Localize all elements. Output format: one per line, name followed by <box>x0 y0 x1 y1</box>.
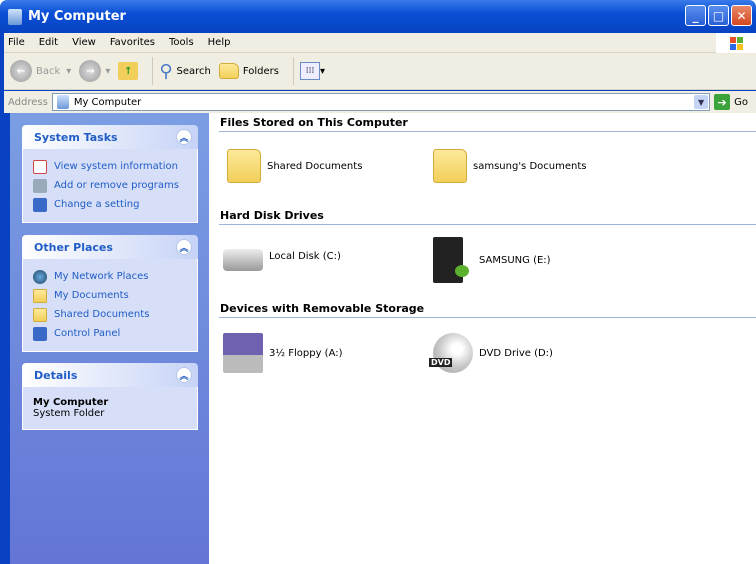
task-add-remove-programs[interactable]: Add or remove programs <box>33 176 187 195</box>
folder-icon <box>227 149 261 183</box>
group-header-removable: Devices with Removable Storage <box>219 302 756 318</box>
toolbar-separator <box>152 57 154 85</box>
dvd-drive-icon: DVD <box>429 333 473 373</box>
window-title: My Computer <box>28 9 126 24</box>
system-tasks-panel: System Tasks ︽ View system information Ad… <box>22 125 198 223</box>
control-panel-icon <box>33 197 47 212</box>
folders-icon <box>218 63 239 79</box>
item-dvd-d[interactable]: DVD DVD Drive (D:) <box>429 333 553 373</box>
address-bar: Address My Computer ▼ ➔ Go <box>4 91 756 113</box>
other-places-panel: Other Places ︽ My Network Places My Docum… <box>22 235 198 352</box>
floppy-drive-icon <box>223 333 263 373</box>
toolbar-separator <box>293 57 295 85</box>
my-documents-icon <box>33 288 47 303</box>
system-tasks-header[interactable]: System Tasks ︽ <box>22 125 198 149</box>
menu-tools[interactable]: Tools <box>169 37 194 48</box>
other-places-header[interactable]: Other Places ︽ <box>22 235 198 259</box>
menu-help[interactable]: Help <box>208 37 231 48</box>
up-folder-button[interactable]: ↑ <box>118 62 139 80</box>
details-header[interactable]: Details ︽ <box>22 363 198 387</box>
external-drive-icon <box>433 237 469 283</box>
item-shared-documents[interactable]: Shared Documents <box>227 149 362 183</box>
network-places-icon <box>33 269 47 284</box>
content-pane: Files Stored on This Computer Shared Doc… <box>209 113 756 564</box>
address-label: Address <box>8 96 48 108</box>
group-header-hdd: Hard Disk Drives <box>219 209 756 225</box>
add-remove-programs-icon <box>33 178 47 193</box>
go-button[interactable]: ➔ Go <box>714 94 748 110</box>
folder-icon <box>433 149 467 183</box>
details-panel: Details ︽ My Computer System Folder <box>22 363 198 430</box>
back-button[interactable]: ← Back ▾ <box>10 60 71 82</box>
up-folder-icon: ↑ <box>118 62 139 80</box>
item-samsungs-documents[interactable]: samsung's Documents <box>433 149 586 183</box>
details-type: System Folder <box>33 408 105 419</box>
collapse-chevron-icon[interactable]: ︽ <box>176 367 192 383</box>
maximize-button[interactable]: □ <box>708 5 729 26</box>
task-change-setting[interactable]: Change a setting <box>33 195 187 214</box>
minimize-button[interactable]: _ <box>685 5 706 26</box>
forward-button[interactable]: → ▾ <box>79 60 110 82</box>
group-header-files: Files Stored on This Computer <box>219 116 756 132</box>
menu-view[interactable]: View <box>72 37 96 48</box>
go-arrow-icon: ➔ <box>714 94 731 110</box>
search-button[interactable]: ⚲ Search <box>159 61 211 82</box>
collapse-chevron-icon[interactable]: ︽ <box>176 129 192 145</box>
system-info-icon <box>33 159 47 174</box>
task-view-system-information[interactable]: View system information <box>33 157 187 176</box>
collapse-chevron-icon[interactable]: ︽ <box>176 239 192 255</box>
control-panel-icon <box>33 326 47 341</box>
hard-disk-icon <box>223 249 263 271</box>
address-input[interactable]: My Computer ▼ <box>51 93 711 111</box>
place-control-panel[interactable]: Control Panel <box>33 324 187 343</box>
close-button[interactable]: ✕ <box>731 5 752 26</box>
views-icon: ⁞⁞⁞ <box>300 62 321 80</box>
item-local-disk-c[interactable]: Local Disk (C:) <box>223 241 341 271</box>
back-arrow-icon: ← <box>10 60 32 82</box>
menu-edit[interactable]: Edit <box>39 37 58 48</box>
views-button[interactable]: ⁞⁞⁞ ▾ <box>300 62 325 80</box>
computer-icon <box>8 8 22 25</box>
forward-arrow-icon: → <box>79 60 102 82</box>
item-floppy-a[interactable]: 3½ Floppy (A:) <box>223 333 343 373</box>
windows-logo-icon <box>716 33 756 53</box>
place-my-network-places[interactable]: My Network Places <box>33 267 187 286</box>
search-icon: ⚲ <box>159 60 173 82</box>
title-bar[interactable]: My Computer _ □ ✕ <box>0 0 756 33</box>
place-my-documents[interactable]: My Documents <box>33 286 187 305</box>
details-name: My Computer <box>33 397 109 408</box>
folder-icon <box>33 307 47 322</box>
place-shared-documents[interactable]: Shared Documents <box>33 305 187 324</box>
menu-bar: File Edit View Favorites Tools Help <box>4 33 756 53</box>
item-samsung-e[interactable]: SAMSUNG (E:) <box>433 237 551 283</box>
folders-button[interactable]: Folders <box>218 63 279 79</box>
menu-favorites[interactable]: Favorites <box>110 37 155 48</box>
address-dropdown-button[interactable]: ▼ <box>694 95 709 109</box>
toolbar: ← Back ▾ → ▾ ↑ ⚲ Search Folders ⁞⁞⁞ ▾ <box>4 53 756 90</box>
computer-icon <box>56 95 69 109</box>
menu-file[interactable]: File <box>8 37 25 48</box>
task-pane: System Tasks ︽ View system information Ad… <box>10 113 209 564</box>
